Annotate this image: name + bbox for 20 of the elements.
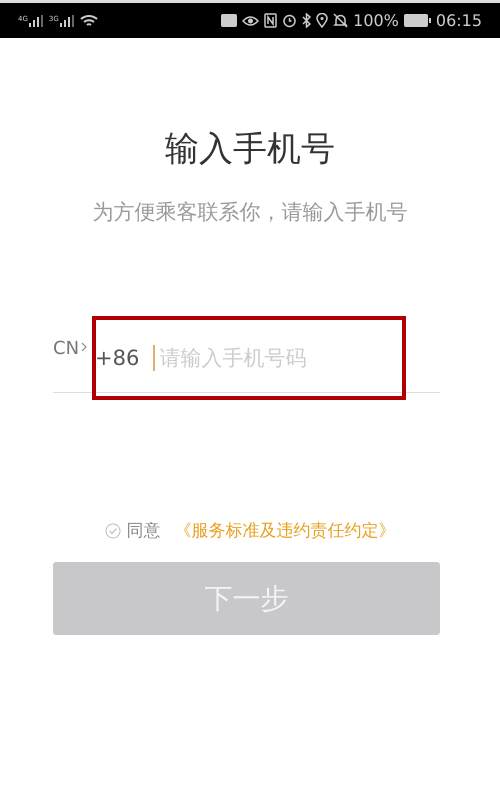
mute-bell-icon <box>333 13 348 28</box>
country-code: +86 <box>95 346 140 370</box>
nfc-icon <box>264 13 278 28</box>
bluetooth-icon <box>302 13 312 28</box>
battery-icon <box>404 14 431 27</box>
signal-icon <box>60 14 74 26</box>
alarm-icon <box>282 13 298 28</box>
agreement-link[interactable]: 《服务标准及违约责任约定》 <box>174 519 396 542</box>
signal-icon <box>28 14 43 26</box>
page-subtitle: 为方便乘客联系你，请输入手机号 <box>92 199 408 226</box>
wifi-icon <box>80 14 98 28</box>
country-selector[interactable]: CN <box>53 338 80 359</box>
agree-label: 同意 <box>126 520 160 542</box>
chevron-icon <box>81 342 88 352</box>
location-icon <box>316 13 328 28</box>
page-title: 输入手机号 <box>164 128 336 171</box>
clock-time: 06:15 <box>436 11 482 30</box>
battery-percent: 100% <box>353 11 399 30</box>
eye-icon <box>242 14 260 26</box>
agree-checkbox[interactable] <box>104 522 120 538</box>
